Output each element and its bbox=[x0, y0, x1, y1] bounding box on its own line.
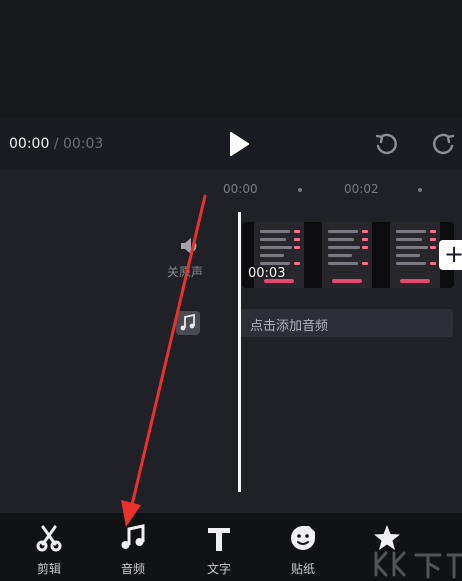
tool-sticker[interactable]: 贴纸 bbox=[273, 521, 333, 581]
clip-thumbnail bbox=[390, 222, 440, 288]
mute-label: 关原声 bbox=[167, 265, 204, 279]
text-t-icon bbox=[208, 528, 230, 551]
sticker-icon bbox=[291, 526, 315, 550]
tool-label: 剪辑 bbox=[36, 562, 61, 576]
ruler-dot bbox=[298, 188, 302, 192]
video-preview[interactable] bbox=[0, 0, 462, 118]
music-track-icon bbox=[176, 311, 200, 335]
ruler-label: 00:02 bbox=[344, 182, 379, 196]
play-button[interactable] bbox=[224, 130, 252, 158]
playhead[interactable] bbox=[238, 212, 241, 492]
tool-text[interactable]: 文字 bbox=[189, 521, 249, 581]
add-audio-label: 点击添加音频 bbox=[250, 319, 329, 334]
clip-duration: 00:03 bbox=[248, 266, 286, 281]
time-display: 00:00 / 00:03 bbox=[9, 136, 103, 152]
clip-thumbnail bbox=[322, 222, 372, 288]
tool-label: 贴纸 bbox=[290, 562, 315, 576]
timeline-area[interactable]: 00:00 00:02 关原声 00:03 + 点击添加音频 bbox=[0, 170, 462, 513]
playback-bar: 00:00 / 00:03 bbox=[0, 118, 462, 170]
ruler-dot bbox=[418, 188, 422, 192]
ruler-label: 00:00 bbox=[223, 182, 258, 196]
add-audio-track[interactable]: 点击添加音频 bbox=[240, 309, 453, 337]
watermark-logo bbox=[374, 551, 462, 579]
music-note-icon bbox=[121, 524, 145, 549]
redo-icon bbox=[433, 133, 455, 155]
mute-original-audio-button[interactable]: 关原声 bbox=[165, 232, 215, 282]
undo-icon bbox=[375, 133, 397, 155]
time-separator: / bbox=[53, 136, 59, 152]
undo-button[interactable] bbox=[372, 130, 400, 158]
current-time: 00:00 bbox=[9, 136, 50, 152]
add-clip-button[interactable]: + bbox=[439, 240, 462, 270]
total-time: 00:03 bbox=[62, 136, 104, 152]
speaker-icon bbox=[181, 238, 197, 254]
scissors-icon bbox=[36, 525, 62, 552]
redo-button[interactable] bbox=[430, 130, 458, 158]
tool-label: 音频 bbox=[120, 562, 145, 576]
tool-audio[interactable]: 音频 bbox=[103, 521, 163, 581]
play-icon bbox=[230, 132, 249, 156]
plus-icon: + bbox=[443, 240, 462, 268]
tool-edit[interactable]: 剪辑 bbox=[19, 521, 79, 581]
tool-label: 文字 bbox=[206, 562, 231, 576]
video-clip[interactable]: 00:03 bbox=[242, 222, 454, 288]
